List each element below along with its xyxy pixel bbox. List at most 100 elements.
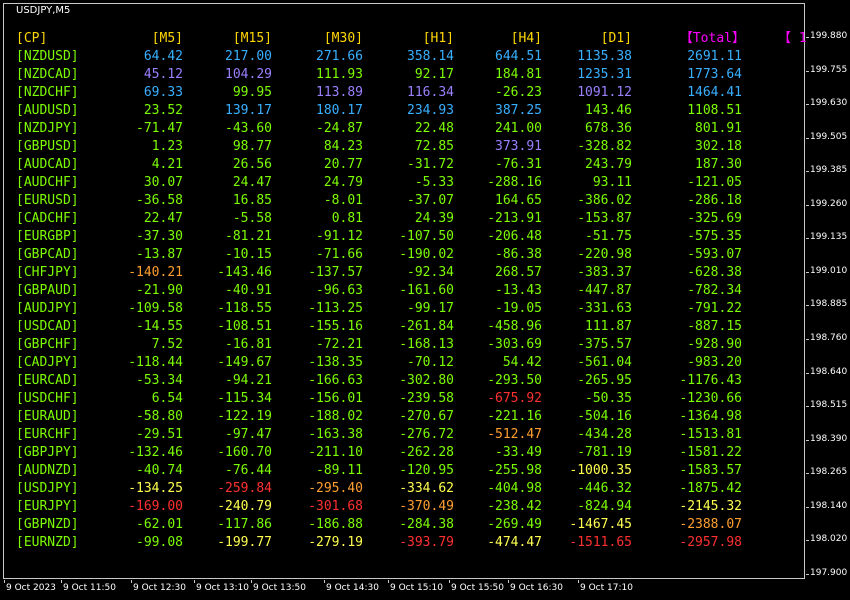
strength-value: -265.95 [577,373,632,388]
strength-value: 358.14 [407,49,454,64]
strength-value: 64.42 [143,49,183,64]
total-value: 187.30 [695,157,742,172]
pair-label: [USDCAD] [16,319,79,334]
strength-value: -115.34 [217,391,272,406]
strength-value: -211.10 [308,445,363,460]
time-label: 9 Oct 17:10 [580,583,633,593]
price-label: 198.515 [810,400,848,410]
strength-value: -238.42 [487,499,542,514]
strength-value: -62.01 [136,517,183,532]
pair-label: [EURNZD] [16,535,79,550]
strength-value: -1000.35 [569,463,632,478]
strength-value: 84.23 [323,139,363,154]
total-value: -1513.81 [679,427,742,442]
pair-label: [EURJPY] [16,499,79,514]
strength-value: -76.31 [495,157,542,172]
strength-value: -58.80 [136,409,183,424]
strength-value: -138.35 [308,355,363,370]
strength-value: -262.28 [399,445,454,460]
strength-value: -404.98 [487,481,542,496]
strength-value: -134.25 [128,481,183,496]
time-tick [388,580,389,583]
strength-value: -8.01 [323,193,363,208]
total-value: -575.35 [687,229,742,244]
price-label: 198.020 [810,534,848,544]
strength-value: -166.63 [308,373,363,388]
strength-value: -96.63 [316,283,363,298]
strength-value: -91.12 [316,229,363,244]
table-row: [GBPUSD] 1.23 98.77 84.23 72.85 373.91 -328.82… [0,138,806,156]
total-value: -1230.66 [679,391,742,406]
strength-value: -302.80 [399,373,454,388]
time-label: 9 Oct 15:50 [451,583,504,593]
strength-value: -40.74 [136,463,183,478]
column-header: [CP] [16,31,48,46]
strength-value: 98.77 [232,139,272,154]
table-row: [EURNZD] -99.08 -199.77 -279.19 -393.79 -474.… [0,534,806,552]
total-value: -628.38 [687,265,742,280]
strength-value: -160.70 [217,445,272,460]
strength-value: 6.54 [151,391,183,406]
strength-value: -53.34 [136,373,183,388]
strength-value: -512.47 [487,427,542,442]
price-axis[interactable]: 199.880 199.755 199.630 199.505 199.385 199.2… [806,0,850,600]
price-tick [806,339,809,340]
strength-value: -99.08 [136,535,183,550]
table-row: [USDCAD] -14.55 -108.51 -155.16 -261.84 -458.… [0,318,806,336]
price-tick [806,440,809,441]
pair-label: [GBPUSD] [16,139,79,154]
pair-label: [EURAUD] [16,409,79,424]
strength-value: -474.47 [487,535,542,550]
time-label: 9 Oct 15:10 [390,583,443,593]
total-value: -1583.57 [679,463,742,478]
column-header: [H1] [422,31,454,46]
strength-value: -328.82 [577,139,632,154]
price-tick [806,238,809,239]
table-row: [CADCHF] 22.47 -5.58 0.81 24.39 -213.91 -153.8… [0,210,806,228]
table-row: [EURCAD] -53.34 -94.21 -166.63 -302.80 -293.5… [0,372,806,390]
total-value: -782.34 [687,283,742,298]
time-axis[interactable]: 9 Oct 2023 9 Oct 11:50 9 Oct 12:30 9 Oct 13… [0,580,806,600]
pair-label: [CHFJPY] [16,265,79,280]
time-tick [508,580,509,583]
price-tick [806,406,809,407]
strength-value: -36.58 [136,193,183,208]
strength-value: 24.47 [232,175,272,190]
strength-value: -370.49 [399,499,454,514]
strength-value: -186.88 [308,517,363,532]
strength-value: -161.60 [399,283,454,298]
strength-value: -99.17 [407,301,454,316]
strength-value: -149.67 [217,355,272,370]
strength-value: -446.32 [577,481,632,496]
pair-label: [AUDJPY] [16,301,79,316]
strength-value: 243.79 [585,157,632,172]
time-label: 9 Oct 2023 [6,583,56,593]
time-tick [578,580,579,583]
strength-value: -447.87 [577,283,632,298]
column-header: [M15] [232,31,272,46]
strength-value: -675.92 [487,391,542,406]
strength-value: -71.66 [316,247,363,262]
strength-value: 184.81 [495,67,542,82]
strength-value: -21.90 [136,283,183,298]
strength-value: -24.87 [316,121,363,136]
pair-label: [EURUSD] [16,193,79,208]
total-value: -1176.43 [679,373,742,388]
price-label: 199.260 [810,199,848,209]
column-header: 【 1 [778,31,807,46]
time-label: 9 Oct 14:30 [326,583,379,593]
strength-value: 92.17 [414,67,454,82]
time-label: 9 Oct 13:10 [196,583,249,593]
table-row: [CHFJPY] -140.21 -143.46 -137.57 -92.34 268.5… [0,264,806,282]
strength-value: -108.51 [217,319,272,334]
strength-value: -156.01 [308,391,363,406]
strength-value: -163.38 [308,427,363,442]
strength-value: 24.79 [323,175,363,190]
price-tick [806,104,809,105]
strength-value: -188.02 [308,409,363,424]
pair-label: [CADJPY] [16,355,79,370]
pair-label: [EURGBP] [16,229,79,244]
strength-value: 678.36 [585,121,632,136]
strength-value: -137.57 [308,265,363,280]
strength-value: -561.04 [577,355,632,370]
